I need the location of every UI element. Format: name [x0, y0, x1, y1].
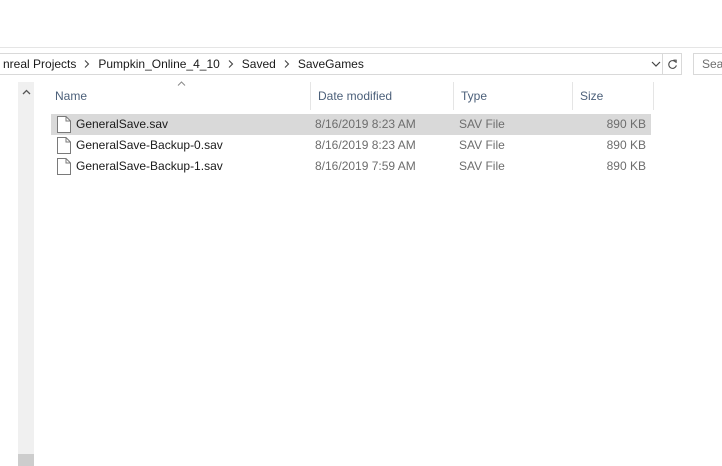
file-row[interactable]: GeneralSave.sav 8/16/2019 8:23 AM SAV Fi… [51, 114, 651, 135]
breadcrumb-item[interactable]: Pumpkin_Online_4_10 [94, 54, 223, 74]
file-type: SAV File [459, 138, 505, 152]
file-date-modified: 8/16/2019 7:59 AM [315, 159, 416, 173]
column-header-date-modified[interactable]: Date modified [311, 82, 453, 110]
file-date-modified: 8/16/2019 8:23 AM [315, 117, 416, 131]
file-name: GeneralSave-Backup-0.sav [76, 138, 223, 152]
file-row[interactable]: GeneralSave-Backup-1.sav 8/16/2019 7:59 … [51, 156, 651, 177]
chevron-right-icon[interactable] [224, 54, 238, 74]
file-size: 890 KB [606, 138, 646, 152]
breadcrumb-item[interactable]: SaveGames [294, 54, 368, 74]
column-header-type[interactable]: Type [454, 82, 572, 110]
breadcrumb-item[interactable]: nreal Projects [0, 54, 80, 74]
chevron-down-icon[interactable] [649, 54, 663, 74]
column-header-label: Name [55, 89, 88, 103]
file-name: GeneralSave.sav [76, 117, 169, 131]
file-date-modified: 8/16/2019 8:23 AM [315, 138, 416, 152]
file-icon [57, 158, 71, 175]
file-type: SAV File [459, 117, 505, 131]
file-row[interactable]: GeneralSave-Backup-0.sav 8/16/2019 8:23 … [51, 135, 651, 156]
breadcrumb-item[interactable]: Saved [238, 54, 280, 74]
column-header-row: Name Date modified Type Size [48, 80, 654, 110]
ribbon-area [0, 0, 722, 47]
ribbon-divider [0, 47, 722, 48]
breadcrumb: nreal Projects Pumpkin_Online_4_10 Saved… [0, 54, 368, 74]
file-icon [57, 116, 71, 133]
file-size: 890 KB [606, 159, 646, 173]
chevron-right-icon[interactable] [280, 54, 294, 74]
refresh-button[interactable] [662, 54, 682, 74]
search-box[interactable] [693, 53, 722, 75]
address-bar[interactable]: nreal Projects Pumpkin_Online_4_10 Saved… [0, 53, 682, 75]
file-list: GeneralSave.sav 8/16/2019 8:23 AM SAV Fi… [51, 114, 651, 177]
file-type: SAV File [459, 159, 505, 173]
file-name: GeneralSave-Backup-1.sav [76, 159, 223, 173]
column-divider[interactable] [653, 82, 654, 110]
search-input[interactable] [694, 54, 722, 74]
column-header-label: Date modified [318, 89, 393, 103]
scrollbar-thumb[interactable] [18, 454, 34, 466]
chevron-right-icon[interactable] [80, 54, 94, 74]
column-header-size[interactable]: Size [573, 82, 653, 110]
column-header-label: Size [580, 89, 604, 103]
file-icon [57, 137, 71, 154]
file-size: 890 KB [606, 117, 646, 131]
column-header-label: Type [461, 89, 488, 103]
sort-ascending-icon [176, 78, 186, 88]
refresh-icon [668, 59, 677, 69]
chevron-up-icon[interactable] [18, 84, 34, 100]
navigation-pane-scrollbar[interactable] [18, 82, 34, 466]
